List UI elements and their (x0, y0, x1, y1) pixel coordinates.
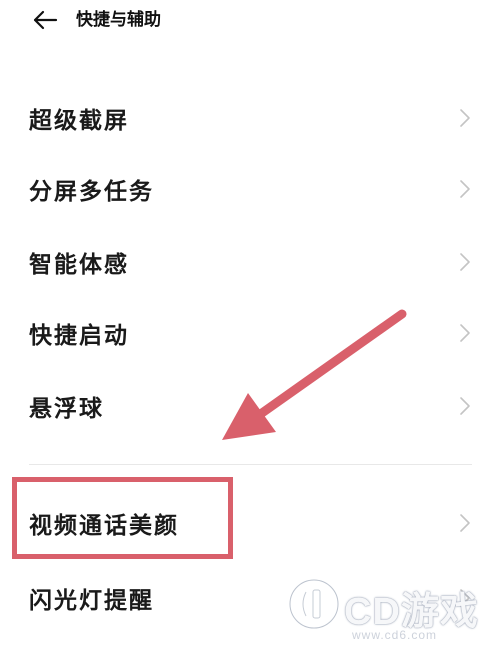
menu-item-super-screenshot[interactable]: 超级截屏 (0, 89, 500, 147)
chevron-right-icon (460, 397, 470, 415)
menu-item-split-screen[interactable]: 分屏多任务 (0, 160, 500, 218)
back-button[interactable] (30, 6, 60, 34)
menu-item-label: 闪光灯提醒 (29, 588, 154, 614)
chevron-right-icon (460, 514, 470, 532)
menu-item-label: 智能体感 (29, 252, 129, 278)
chevron-right-icon (460, 324, 470, 342)
chevron-right-icon (460, 109, 470, 127)
section-divider (29, 464, 472, 465)
menu-item-floating-ball[interactable]: 悬浮球 (0, 377, 500, 435)
chevron-right-icon (460, 589, 470, 607)
menu-item-label: 悬浮球 (29, 396, 104, 422)
menu-item-label: 视频通话美颜 (29, 513, 179, 539)
menu-item-label: 分屏多任务 (29, 179, 154, 205)
watermark-url: www.cd6.com (352, 628, 438, 642)
chevron-right-icon (460, 180, 470, 198)
menu-item-label: 快捷启动 (29, 323, 129, 349)
menu-item-label: 超级截屏 (29, 108, 129, 134)
page-title: 快捷与辅助 (76, 10, 161, 30)
menu-item-flash-notification[interactable]: 闪光灯提醒 (0, 569, 500, 627)
arrow-left-icon (33, 10, 58, 30)
chevron-right-icon (460, 253, 470, 271)
menu-item-smart-motion[interactable]: 智能体感 (0, 233, 500, 291)
menu-item-video-call-beauty[interactable]: 视频通话美颜 (0, 494, 500, 552)
top-bar: 快捷与辅助 (0, 0, 500, 44)
menu-item-quick-launch[interactable]: 快捷启动 (0, 304, 500, 362)
